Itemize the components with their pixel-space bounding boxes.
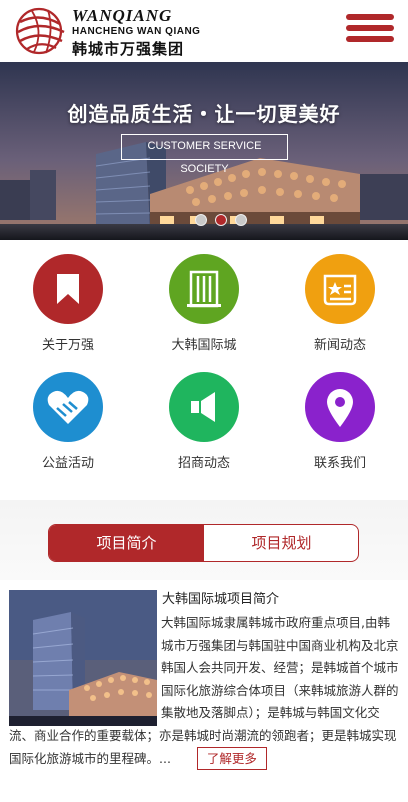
nav-item-label: 招商动态 [177,456,230,471]
article-title: 大韩国际城项目简介 [162,592,280,607]
building-icon [169,254,239,324]
article-body: 大韩国际城隶属韩城市政府重点项目,由韩城市万强集团与韩国驻中国商业机构及北京韩国… [9,612,401,771]
banner-title: 创造品质生活・让一切更美好 [67,102,341,126]
project-tabs: 项目简介 项目规划 [48,524,359,562]
nav-item-international-city[interactable]: 大韩国际城 [136,240,272,358]
news-icon [305,254,375,324]
heart-hands-icon [33,372,103,442]
carousel-indicators [195,211,255,230]
megaphone-icon [169,372,239,442]
bookmark-icon [33,254,103,324]
nav-item-charity[interactable]: 公益活动 [0,358,136,476]
hamburger-menu-icon[interactable] [346,14,394,48]
menu-bar [346,36,394,42]
nav-item-contact[interactable]: 联系我们 [272,358,408,476]
tab-project-intro[interactable]: 项目简介 [49,525,204,561]
carousel-dot[interactable] [195,214,207,226]
globe-logo-icon [15,7,65,55]
logo-chinese-name: 韩城市万强集团 [72,40,185,58]
carousel-dot[interactable] [235,214,247,226]
header: WANQIANG HANCHENG WAN QIANG 韩城市万强集团 [0,0,408,62]
nav-item-news[interactable]: 新闻动态 [272,240,408,358]
logo-english-subname: HANCHENG WAN QIANG [72,26,201,37]
carousel-dot-active[interactable] [215,214,227,226]
menu-bar [346,25,394,31]
nav-item-label: 新闻动态 [313,338,366,353]
nav-item-label: 大韩国际城 [171,338,237,353]
read-more-button[interactable]: 了解更多 [196,747,267,770]
logo-english-name: WANQIANG [72,6,173,25]
location-pin-icon [305,372,375,442]
nav-item-label: 联系我们 [313,456,366,471]
nav-item-investment[interactable]: 招商动态 [136,358,272,476]
banner-carousel[interactable]: 创造品质生活・让一切更美好 CUSTOMER SERVICE SOCIETY [0,62,408,240]
nav-item-about[interactable]: 关于万强 [0,240,136,358]
tab-project-plan[interactable]: 项目规划 [204,525,358,561]
nav-item-label: 公益活动 [41,456,94,471]
menu-bar [346,14,394,20]
nav-grid: 关于万强 大韩国际城 新闻动态 公益活动 招商动态 联系我们 [0,240,408,488]
banner-subtitle: CUSTOMER SERVICE SOCIETY [121,134,288,175]
thumbnail-spacer [9,612,161,724]
nav-item-label: 关于万强 [41,338,94,353]
logo[interactable]: WANQIANG HANCHENG WAN QIANG 韩城市万强集团 [14,4,214,58]
